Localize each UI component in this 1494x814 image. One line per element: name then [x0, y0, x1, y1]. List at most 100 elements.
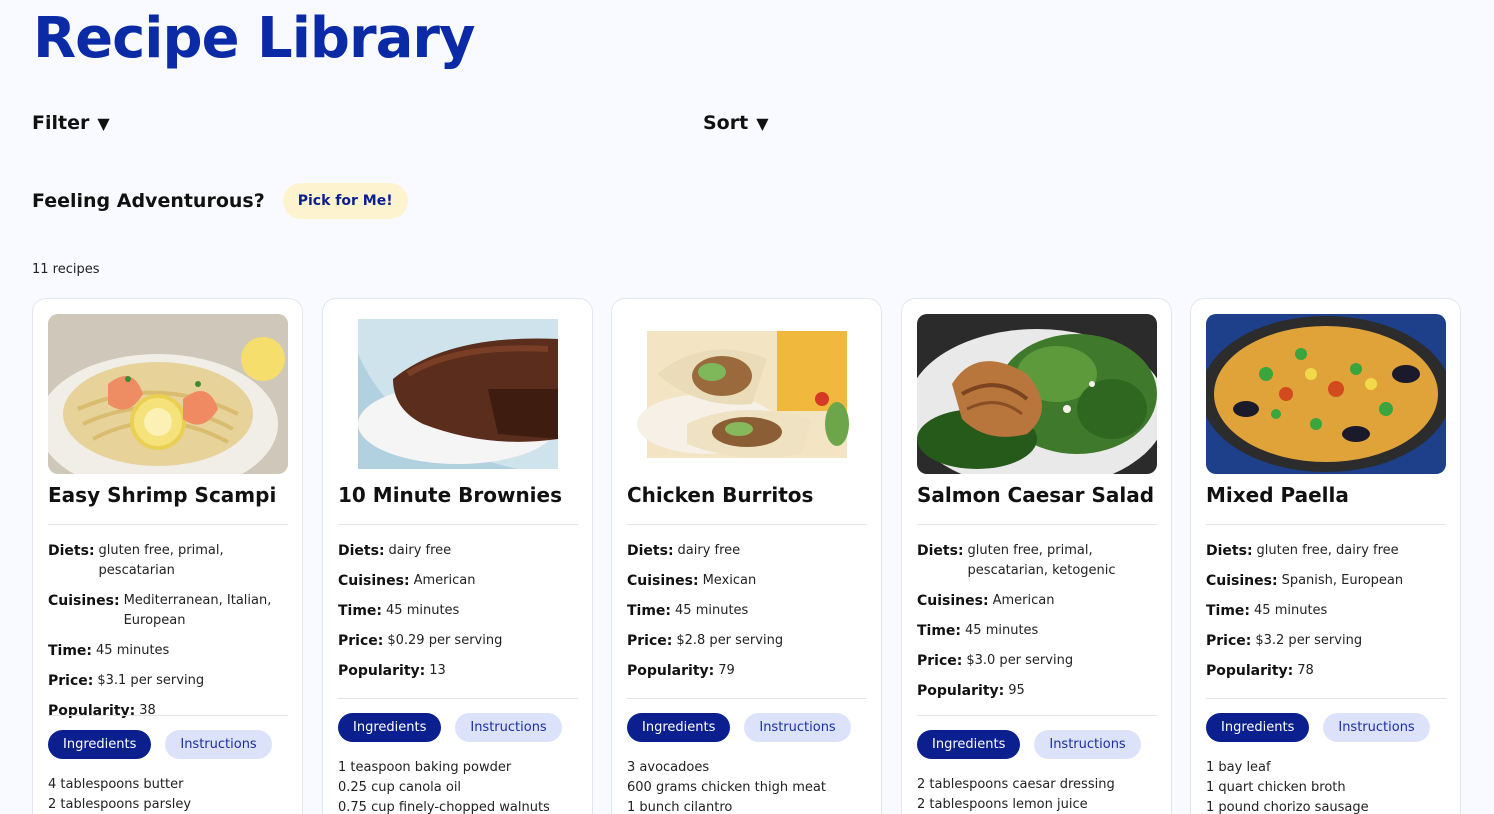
time-label: Time: — [338, 603, 383, 619]
recipe-name: 10 Minute Brownies — [338, 483, 563, 507]
instructions-tab[interactable]: Instructions — [1323, 713, 1430, 742]
diets-value: gluten free, primal, pescatarian, ketoge… — [967, 543, 1116, 578]
ingredient-list: 2 tablespoons caesar dressing 2 tablespo… — [917, 775, 1157, 814]
time-row: Time: 45 minutes — [48, 641, 288, 661]
adventure-label: Feeling Adventurous? — [32, 190, 265, 212]
instructions-tab[interactable]: Instructions — [455, 713, 562, 742]
recipe-count: 11 recipes — [32, 262, 100, 277]
adventure-section: Feeling Adventurous? Pick for Me! — [32, 183, 408, 219]
diets-value: gluten free, primal, pescatarian — [98, 543, 224, 578]
caret-down-icon: ▼ — [756, 113, 769, 133]
time-value: 45 minutes — [1254, 603, 1328, 618]
popularity-label: Popularity: — [1206, 663, 1294, 679]
diets-value: dairy free — [388, 543, 452, 558]
diets-row: Diets: gluten free, dairy free — [1206, 541, 1446, 561]
divider — [48, 715, 288, 716]
sort-dropdown[interactable]: Sort ▼ — [703, 112, 769, 134]
recipe-library-page: Recipe Library Filter ▼ Sort ▼ Feeling A… — [0, 0, 1494, 814]
price-row: Price: $3.1 per serving — [48, 671, 288, 691]
price-row: Price: $3.2 per serving — [1206, 631, 1446, 651]
ingredient-item: 2 tablespoons caesar dressing — [917, 777, 1115, 792]
recipe-name: Salmon Caesar Salad — [917, 483, 1155, 507]
instructions-tab[interactable]: Instructions — [165, 730, 272, 759]
cuisines-label: Cuisines: — [48, 593, 120, 609]
diets-label: Diets: — [627, 543, 674, 559]
ingredient-list: 3 avocadoes 600 grams chicken thigh meat… — [627, 758, 867, 814]
popularity-row: Popularity: 38 — [48, 701, 288, 721]
recipe-tabs: Ingredients Instructions — [627, 713, 851, 742]
ingredients-tab[interactable]: Ingredients — [917, 730, 1021, 759]
recipe-tabs: Ingredients Instructions — [917, 730, 1141, 759]
ingredient-item: 4 tablespoons butter — [48, 777, 184, 792]
time-value: 45 minutes — [965, 623, 1039, 638]
ingredients-tab[interactable]: Ingredients — [48, 730, 152, 759]
recipe-info: Diets: gluten free, dairy free Cuisines:… — [1206, 541, 1446, 691]
popularity-row: Popularity: 95 — [917, 681, 1157, 701]
sort-label: Sort — [703, 112, 749, 134]
diets-value: gluten free, dairy free — [1256, 543, 1399, 558]
price-label: Price: — [917, 653, 963, 669]
popularity-value: 79 — [718, 663, 735, 678]
recipe-tabs: Ingredients Instructions — [1206, 713, 1430, 742]
popularity-value: 95 — [1008, 683, 1025, 698]
diets-label: Diets: — [1206, 543, 1253, 559]
time-row: Time: 45 minutes — [917, 621, 1157, 641]
divider — [338, 698, 578, 699]
diets-row: Diets: dairy free — [627, 541, 867, 561]
popularity-value: 78 — [1297, 663, 1314, 678]
ingredient-list: 1 teaspoon baking powder 0.25 cup canola… — [338, 758, 578, 814]
caret-down-icon: ▼ — [97, 113, 110, 133]
ingredients-tab[interactable]: Ingredients — [338, 713, 442, 742]
ingredients-tab[interactable]: Ingredients — [1206, 713, 1310, 742]
instructions-tab[interactable]: Instructions — [744, 713, 851, 742]
time-label: Time: — [917, 623, 962, 639]
recipe-card: Salmon Caesar Salad Diets: gluten free, … — [901, 298, 1172, 814]
pick-for-me-button[interactable]: Pick for Me! — [282, 183, 408, 219]
ingredients-tab[interactable]: Ingredients — [627, 713, 731, 742]
price-label: Price: — [48, 673, 94, 689]
cuisines-value: Spanish, European — [1281, 573, 1404, 588]
cuisines-label: Cuisines: — [917, 593, 989, 609]
time-label: Time: — [627, 603, 672, 619]
divider — [917, 524, 1157, 525]
ingredient-item: 3 avocadoes — [627, 760, 710, 775]
recipe-card: 10 Minute Brownies Diets: dairy free Cui… — [322, 298, 593, 814]
cuisines-row: Cuisines: American — [338, 571, 578, 591]
filter-label: Filter — [32, 112, 90, 134]
divider — [338, 524, 578, 525]
price-value: $3.0 per serving — [966, 653, 1074, 668]
price-value: $2.8 per serving — [676, 633, 784, 648]
recipe-name: Easy Shrimp Scampi — [48, 483, 277, 507]
time-row: Time: 45 minutes — [1206, 601, 1446, 621]
ingredient-item: 1 pound chorizo sausage — [1206, 800, 1369, 814]
cuisines-row: Cuisines: Mediterranean, Italian, Europe… — [48, 591, 288, 631]
ingredient-item: 2 tablespoons lemon juice — [917, 797, 1088, 812]
divider — [1206, 698, 1446, 699]
cuisines-label: Cuisines: — [627, 573, 699, 589]
divider — [1206, 524, 1446, 525]
recipe-name: Mixed Paella — [1206, 483, 1349, 507]
recipe-card: Chicken Burritos Diets: dairy free Cuisi… — [611, 298, 882, 814]
page-title: Recipe Library — [33, 6, 476, 71]
ingredient-item: 600 grams chicken thigh meat — [627, 780, 826, 795]
time-value: 45 minutes — [386, 603, 460, 618]
cuisines-label: Cuisines: — [338, 573, 410, 589]
diets-label: Diets: — [338, 543, 385, 559]
instructions-tab[interactable]: Instructions — [1034, 730, 1141, 759]
ingredient-item: 1 quart chicken broth — [1206, 780, 1346, 795]
price-row: Price: $2.8 per serving — [627, 631, 867, 651]
recipe-image — [917, 314, 1157, 474]
diets-row: Diets: gluten free, primal, pescatarian — [48, 541, 288, 581]
recipe-image — [338, 314, 578, 474]
diets-label: Diets: — [917, 543, 964, 559]
ingredient-item: 0.25 cup canola oil — [338, 780, 462, 795]
cuisines-row: Cuisines: Mexican — [627, 571, 867, 591]
filter-dropdown[interactable]: Filter ▼ — [32, 112, 110, 134]
popularity-value: 13 — [429, 663, 446, 678]
recipe-image — [627, 314, 867, 474]
cuisines-row: Cuisines: American — [917, 591, 1157, 611]
recipe-info: Diets: gluten free, primal, pescatarian … — [48, 541, 288, 731]
divider — [48, 524, 288, 525]
diets-label: Diets: — [48, 543, 95, 559]
recipe-tabs: Ingredients Instructions — [48, 730, 272, 759]
